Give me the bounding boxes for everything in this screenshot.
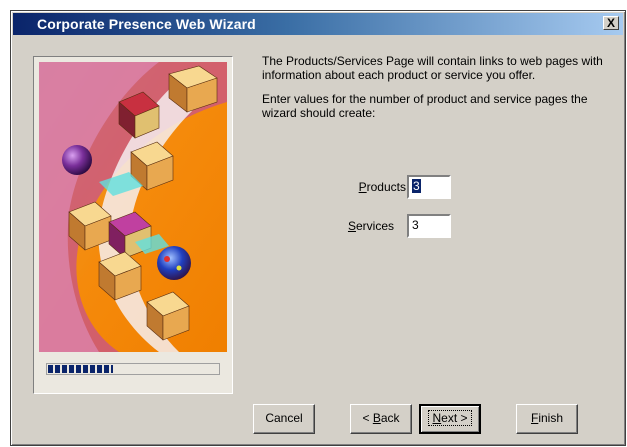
instructions: The Products/Services Page will contain … bbox=[262, 54, 607, 130]
wizard-window: Corporate Presence Web Wizard X The Prod… bbox=[10, 10, 626, 446]
close-icon[interactable]: X bbox=[603, 16, 619, 30]
wizard-progress-bar bbox=[46, 363, 220, 375]
services-row: Services bbox=[261, 214, 394, 238]
description-text: The Products/Services Page will contain … bbox=[262, 54, 603, 82]
products-label: Products bbox=[358, 180, 406, 194]
services-input[interactable]: 3 bbox=[407, 214, 451, 238]
window-title: Corporate Presence Web Wizard bbox=[37, 16, 256, 32]
products-input[interactable]: 3 bbox=[407, 175, 451, 199]
finish-button[interactable]: Finish bbox=[516, 404, 578, 434]
next-button[interactable]: Next > bbox=[419, 404, 481, 434]
services-label: Services bbox=[347, 219, 394, 233]
progress-fill bbox=[48, 365, 113, 373]
back-button[interactable]: < Back bbox=[350, 404, 412, 434]
instruction-text: Enter values for the number of product a… bbox=[262, 92, 588, 120]
title-bar: Corporate Presence Web Wizard X bbox=[13, 13, 623, 35]
products-row: Products bbox=[261, 175, 406, 199]
cancel-button[interactable]: Cancel bbox=[253, 404, 315, 434]
illustration-panel bbox=[33, 56, 233, 394]
boxes-illustration bbox=[39, 62, 227, 352]
